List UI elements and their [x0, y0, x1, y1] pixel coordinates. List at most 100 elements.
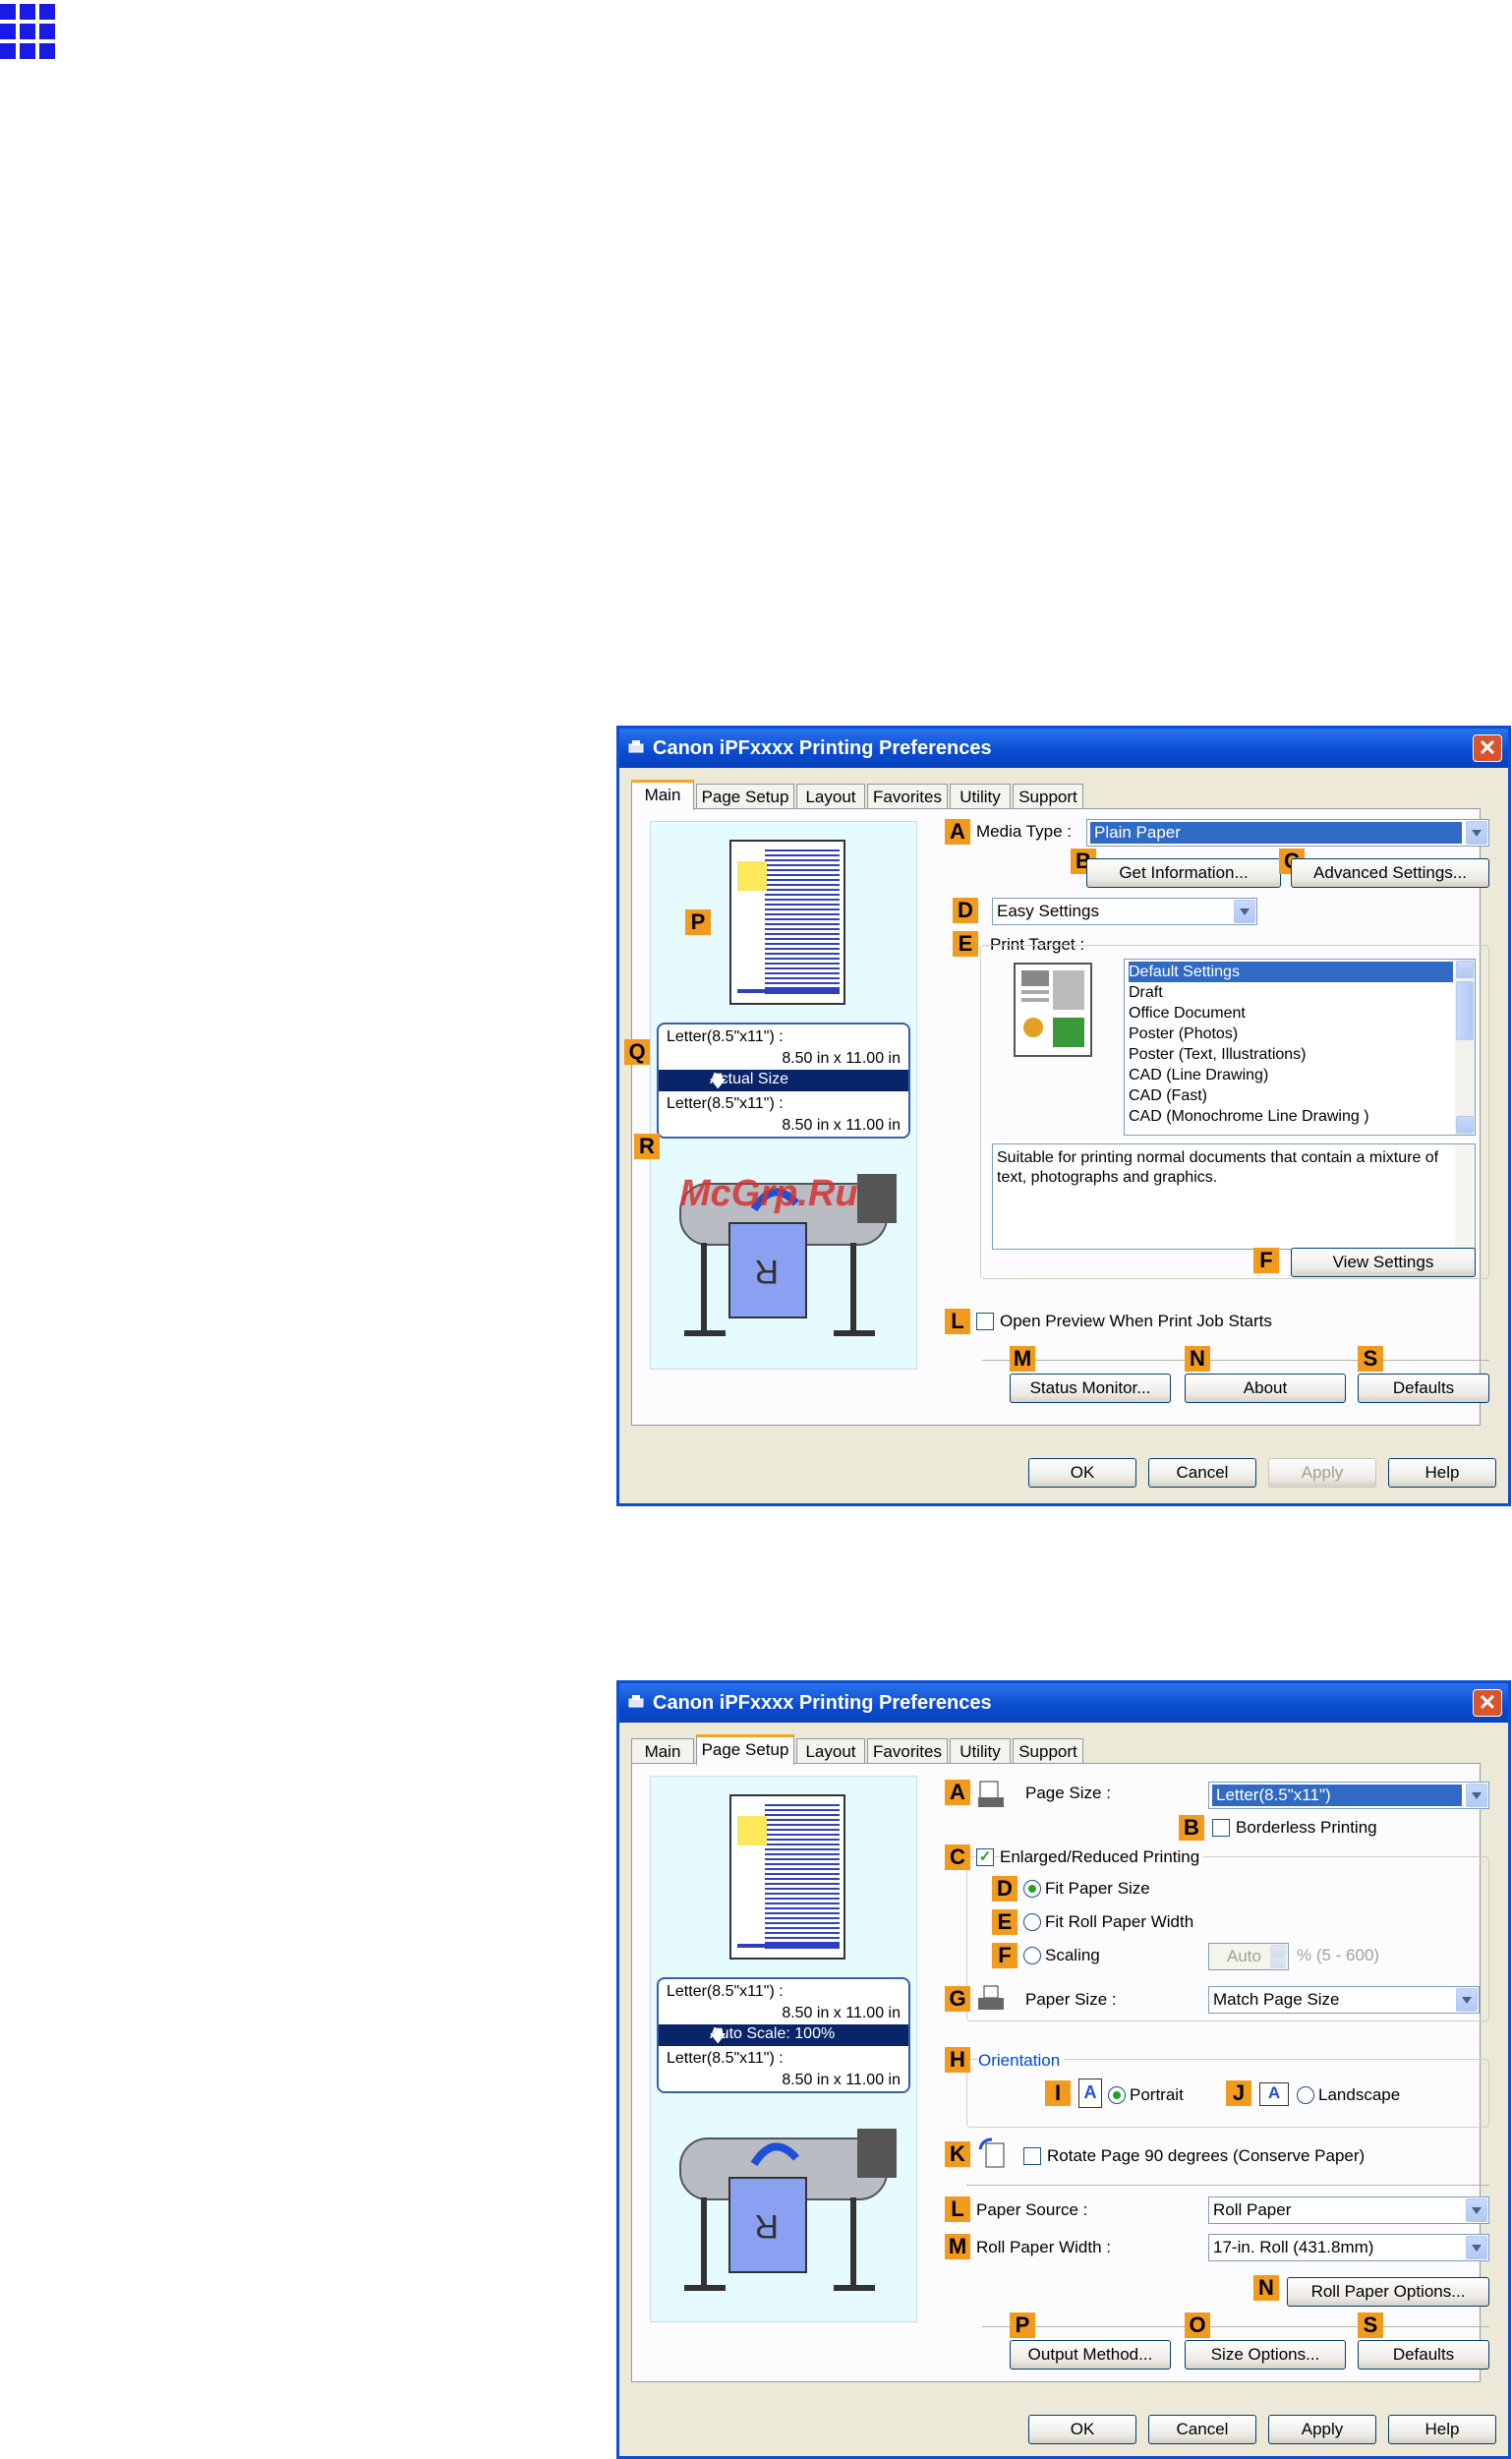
chevron-down-icon[interactable]: [1466, 821, 1487, 845]
paper-source-label: Paper Source :: [976, 2200, 1088, 2219]
roll-width-select[interactable]: 17-in. Roll (431.8mm): [1208, 2234, 1489, 2261]
tab-utility[interactable]: Utility: [950, 784, 1011, 809]
open-preview-checkbox[interactable]: [976, 1313, 994, 1330]
description-scrollbar[interactable]: [1455, 1144, 1475, 1249]
scale-highlight: 🡇 Auto Scale: 100%: [659, 2024, 908, 2046]
size-options-button[interactable]: Size Options...: [1185, 2340, 1346, 2370]
tab-layout[interactable]: Layout: [796, 1738, 865, 1764]
portrait-icon: A: [1078, 2078, 1102, 2108]
tab-panel: Letter(8.5"x11") : 8.50 in x 11.00 in 🡇 A…: [631, 1763, 1489, 2382]
spin-up-icon[interactable]: [1270, 1945, 1286, 1957]
close-button[interactable]: ✕: [1473, 1689, 1502, 1717]
callout-c: C: [945, 1844, 970, 1870]
tab-main[interactable]: Main: [631, 1738, 694, 1764]
list-item[interactable]: Office Document: [1129, 1003, 1246, 1024]
printer-icon: [628, 740, 644, 753]
portrait-radio[interactable]: [1108, 2086, 1126, 2104]
view-settings-button[interactable]: View Settings: [1291, 1248, 1476, 1277]
callout-h: H: [945, 2047, 970, 2073]
apply-button[interactable]: Apply: [1268, 2415, 1376, 2444]
page-size-icon: [978, 1781, 1004, 1807]
chevron-down-icon[interactable]: [1466, 1784, 1487, 1807]
page-size-select[interactable]: Letter(8.5"x11"): [1208, 1782, 1489, 1809]
callout-l: L: [945, 2196, 970, 2222]
page-size-label: Page Size :: [1025, 1784, 1111, 1802]
fit-paper-radio[interactable]: [1023, 1880, 1041, 1898]
chevron-down-icon[interactable]: [1466, 2236, 1487, 2259]
advanced-settings-button[interactable]: Advanced Settings...: [1291, 858, 1489, 888]
tab-utility[interactable]: Utility: [950, 1738, 1011, 1764]
fit-roll-label: Fit Roll Paper Width: [1045, 1912, 1194, 1931]
list-item[interactable]: Poster (Text, Illustrations): [1129, 1044, 1307, 1065]
ok-button[interactable]: OK: [1028, 2415, 1136, 2444]
media-type-select[interactable]: Plain Paper: [1086, 819, 1489, 847]
print-target-list[interactable]: Default Settings Draft Office Document P…: [1124, 959, 1476, 1136]
rotate-checkbox[interactable]: [1023, 2147, 1041, 2165]
spin-down-icon[interactable]: [1270, 1957, 1286, 1968]
landscape-radio[interactable]: [1297, 2086, 1314, 2104]
cancel-button[interactable]: Cancel: [1148, 2415, 1256, 2444]
settings-mode-select[interactable]: Easy Settings: [992, 898, 1257, 925]
defaults-button[interactable]: Defaults: [1358, 2340, 1489, 2370]
list-item[interactable]: CAD (Fast): [1129, 1085, 1207, 1106]
scroll-up-icon[interactable]: [1456, 961, 1474, 978]
svg-text:R: R: [754, 1253, 779, 1290]
list-scrollbar[interactable]: [1455, 960, 1475, 1135]
roll-width-label: Roll Paper Width :: [976, 2238, 1111, 2256]
output-method-button[interactable]: Output Method...: [1010, 2340, 1171, 2370]
scroll-thumb[interactable]: [1456, 981, 1474, 1040]
borderless-checkbox[interactable]: [1212, 1819, 1230, 1837]
list-item[interactable]: CAD (Line Drawing): [1129, 1065, 1268, 1085]
paper-size-select[interactable]: Match Page Size: [1208, 1986, 1480, 2014]
title-bar[interactable]: Canon iPFxxxx Printing Preferences ✕: [619, 1683, 1508, 1723]
printer-illustration: R: [679, 2129, 897, 2291]
borderless-label: Borderless Printing: [1236, 1818, 1377, 1837]
ok-button[interactable]: OK: [1028, 1458, 1136, 1488]
tab-favorites[interactable]: Favorites: [867, 784, 948, 809]
tab-layout[interactable]: Layout: [796, 784, 865, 809]
help-button[interactable]: Help: [1388, 1458, 1496, 1488]
scaling-radio[interactable]: [1023, 1947, 1041, 1964]
callout-n: N: [1185, 1346, 1210, 1372]
grid-icon: [0, 0, 59, 65]
watermark-text: McGrp.Ru: [679, 1173, 858, 1214]
callout-e: E: [953, 931, 978, 957]
apply-button[interactable]: Apply: [1268, 1458, 1376, 1488]
enlarged-checkbox[interactable]: ✓: [976, 1848, 994, 1866]
fit-roll-radio[interactable]: [1023, 1913, 1041, 1931]
tab-favorites[interactable]: Favorites: [867, 1738, 948, 1764]
rotate-page-icon: [978, 2137, 1005, 2168]
callout-d: D: [992, 1876, 1018, 1902]
tab-main[interactable]: Main: [631, 780, 694, 810]
list-item[interactable]: Default Settings: [1129, 962, 1453, 982]
tab-page-setup[interactable]: Page Setup: [696, 784, 794, 809]
callout-k: K: [945, 2141, 970, 2167]
svg-text:R: R: [754, 2207, 779, 2245]
list-item[interactable]: Draft: [1129, 982, 1163, 1003]
chevron-down-icon[interactable]: [1466, 2198, 1487, 2222]
scroll-down-icon[interactable]: [1456, 1116, 1474, 1134]
list-item[interactable]: Poster (Photos): [1129, 1024, 1238, 1044]
about-button[interactable]: About: [1185, 1374, 1346, 1403]
roll-paper-options-button[interactable]: Roll Paper Options...: [1287, 2277, 1489, 2307]
callout-j: J: [1226, 2080, 1251, 2106]
divider: [982, 1360, 1489, 1361]
get-information-button[interactable]: Get Information...: [1086, 858, 1281, 888]
scaling-spinbox[interactable]: Auto: [1208, 1943, 1289, 1970]
paper-source-select[interactable]: Roll Paper: [1208, 2196, 1489, 2224]
chevron-down-icon[interactable]: [1456, 1988, 1478, 2012]
list-item[interactable]: CAD (Monochrome Line Drawing ): [1129, 1106, 1369, 1127]
tab-panel: Letter(8.5"x11") : 8.50 in x 11.00 in 🡇 A…: [624, 808, 1489, 1426]
tab-support[interactable]: Support: [1013, 784, 1083, 809]
tab-page-setup[interactable]: Page Setup: [696, 1734, 794, 1765]
tab-support[interactable]: Support: [1013, 1738, 1083, 1764]
close-button[interactable]: ✕: [1473, 734, 1502, 762]
help-button[interactable]: Help: [1388, 2415, 1496, 2444]
callout-l: L: [945, 1309, 970, 1334]
chevron-down-icon[interactable]: [1234, 900, 1255, 923]
title-bar[interactable]: Canon iPFxxxx Printing Preferences ✕: [619, 729, 1508, 768]
status-monitor-button[interactable]: Status Monitor...: [1010, 1374, 1171, 1403]
defaults-button[interactable]: Defaults: [1358, 1374, 1489, 1403]
callout-d: D: [953, 898, 978, 923]
cancel-button[interactable]: Cancel: [1148, 1458, 1256, 1488]
